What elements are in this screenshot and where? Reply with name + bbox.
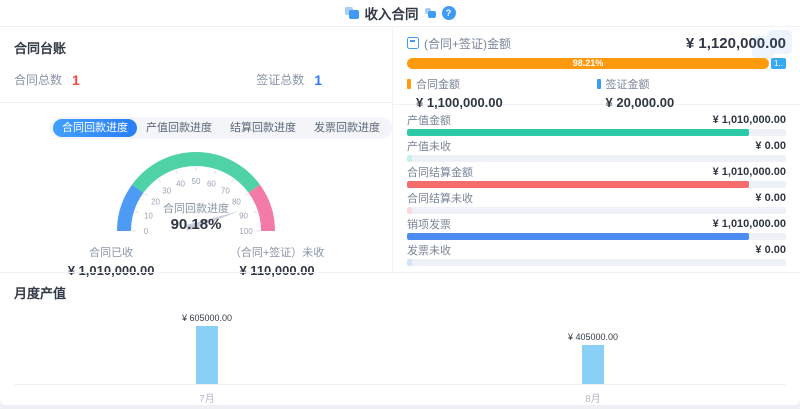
header: 收入合同 ? xyxy=(0,0,800,27)
contract-total-value: 1 xyxy=(72,72,80,88)
amount-title-group: (合同+签证)金额 xyxy=(407,35,511,52)
metric-row-output-unreceived: 产值未收 ¥ 0.00 xyxy=(407,139,786,162)
contract-amount-segment: 98.21% xyxy=(407,58,769,69)
tab-output-progress[interactable]: 产值回款进度 xyxy=(137,119,221,137)
tab-invoice-progress[interactable]: 发票回款进度 xyxy=(305,119,389,137)
metric-rows: 产值金额 ¥ 1,010,000.00 产值未收 ¥ 0.00 合同结算金额 ¥ 1,… xyxy=(393,105,800,266)
contract-legend-value: ¥ 1,100,000.00 xyxy=(416,95,597,110)
metric-label: 合同结算未收 xyxy=(407,190,473,206)
visa-total-value: 1 xyxy=(314,72,322,88)
metric-fill xyxy=(407,233,749,240)
metric-row-output-amount: 产值金额 ¥ 1,010,000.00 xyxy=(407,113,786,136)
metric-value: ¥ 1,010,000.00 xyxy=(713,218,786,230)
contracts-icon xyxy=(345,7,359,19)
category-label: 8月 xyxy=(585,390,601,405)
metric-row-settlement-amount: 合同结算金额 ¥ 1,010,000.00 xyxy=(407,165,786,188)
metric-fill xyxy=(407,155,412,162)
amount-head: (合同+签证)金额 ¥ 1,120,000.00 xyxy=(407,34,786,52)
contract-total-stat: 合同总数 1 xyxy=(14,71,80,88)
metric-value: ¥ 0.00 xyxy=(755,140,786,152)
metric-fill xyxy=(407,129,749,136)
gauge-title: 合同回款进度 xyxy=(106,200,286,216)
metric-label: 产值金额 xyxy=(407,112,451,128)
svg-text:70: 70 xyxy=(221,187,230,196)
metric-track xyxy=(407,259,786,266)
help-icon[interactable]: ? xyxy=(442,6,456,20)
metric-label: 发票未收 xyxy=(407,242,451,258)
monthly-bar-chart: ¥ 605000.00 7月 ¥ 405000.00 8月 xyxy=(14,305,786,405)
x-axis-line xyxy=(14,384,786,385)
left-panel: 合同台账 合同总数 1 签证总数 1 合同回款进度 产值回款进度 结算回款进度 … xyxy=(0,28,393,272)
contract-legend-marker xyxy=(407,79,411,89)
metric-track xyxy=(407,181,786,188)
metric-row-invoice-unreceived: 发票未收 ¥ 0.00 xyxy=(407,243,786,266)
metric-value: ¥ 0.00 xyxy=(755,244,786,256)
copy-icon[interactable] xyxy=(425,8,436,18)
visa-legend-label: 签证金额 xyxy=(606,76,650,92)
metric-label: 合同结算金额 xyxy=(407,164,473,180)
main-panels: 合同台账 合同总数 1 签证总数 1 合同回款进度 产值回款进度 结算回款进度 … xyxy=(0,28,800,272)
metric-row-invoice-amount: 销项发票 ¥ 1,010,000.00 xyxy=(407,217,786,240)
monthly-title: 月度产值 xyxy=(14,283,786,302)
metric-track xyxy=(407,129,786,136)
svg-text:50: 50 xyxy=(192,177,201,186)
monthly-section: 月度产值 ¥ 605000.00 7月 ¥ 405000.00 8月 xyxy=(0,272,800,405)
svg-text:60: 60 xyxy=(207,179,216,188)
monthly-bar[interactable] xyxy=(196,326,218,384)
visa-total-label: 签证总数 xyxy=(256,71,304,88)
category-label: 7月 xyxy=(199,390,215,405)
visa-legend-value: ¥ 20,000.00 xyxy=(606,95,787,110)
bar-value-label: ¥ 405000.00 xyxy=(568,332,618,342)
metric-track xyxy=(407,155,786,162)
gauge-value: 90.18% xyxy=(106,216,286,233)
amount-section: (合同+签证)金额 ¥ 1,120,000.00 98.21% 1.. 合同金额 xyxy=(393,28,800,105)
metric-value: ¥ 0.00 xyxy=(755,192,786,204)
metric-fill xyxy=(407,207,412,214)
progress-tabbar: 合同回款进度 产值回款进度 结算回款进度 发票回款进度 xyxy=(50,117,392,139)
contract-legend-label: 合同金额 xyxy=(416,76,460,92)
contract-amount-pct: 98.21% xyxy=(407,58,769,69)
amount-progress-bar: 98.21% 1.. xyxy=(407,58,786,69)
amount-legend: 合同金额 ¥ 1,100,000.00 签证金额 ¥ 20,000.00 xyxy=(407,76,786,110)
legend-contract: 合同金额 ¥ 1,100,000.00 xyxy=(407,76,597,110)
metric-label: 销项发票 xyxy=(407,216,451,232)
ledger-section: 合同台账 合同总数 1 签证总数 1 xyxy=(0,28,392,103)
metric-value: ¥ 1,010,000.00 xyxy=(713,166,786,178)
sheet-icon xyxy=(407,37,419,49)
contract-total-label: 合同总数 xyxy=(14,71,62,88)
visa-legend-marker xyxy=(597,79,601,89)
unreceived-label: （合同+签证）未收 xyxy=(230,244,324,260)
bar-value-label: ¥ 605000.00 xyxy=(182,313,232,323)
metric-label: 产值未收 xyxy=(407,138,451,154)
tab-contract-progress[interactable]: 合同回款进度 xyxy=(53,119,137,137)
metric-fill xyxy=(407,259,412,266)
svg-text:30: 30 xyxy=(162,187,171,196)
ledger-stats: 合同总数 1 签证总数 1 xyxy=(14,71,378,88)
legend-visa: 签证金额 ¥ 20,000.00 xyxy=(597,76,787,110)
metric-row-settlement-unreceived: 合同结算未收 ¥ 0.00 xyxy=(407,191,786,214)
svg-text:40: 40 xyxy=(176,179,185,188)
metric-track xyxy=(407,207,786,214)
ledger-title: 合同台账 xyxy=(14,38,378,57)
monthly-bar[interactable] xyxy=(582,345,604,384)
metric-value: ¥ 1,010,000.00 xyxy=(713,114,786,126)
amount-title: (合同+签证)金额 xyxy=(424,35,511,52)
gauge-chart: 0102030405060708090100 合同回款进度 90.18% xyxy=(106,143,286,243)
received-label: 合同已收 xyxy=(68,244,155,260)
metric-track xyxy=(407,233,786,240)
metric-fill xyxy=(407,181,749,188)
dashboard-card: 收入合同 ? 合同台账 合同总数 1 签证总数 1 合同回款 xyxy=(0,0,800,405)
visa-total-stat: 签证总数 1 xyxy=(256,71,322,88)
right-panel: (合同+签证)金额 ¥ 1,120,000.00 98.21% 1.. 合同金额 xyxy=(393,28,800,272)
page-title: 收入合同 xyxy=(365,3,419,23)
tab-settlement-progress[interactable]: 结算回款进度 xyxy=(221,119,305,137)
